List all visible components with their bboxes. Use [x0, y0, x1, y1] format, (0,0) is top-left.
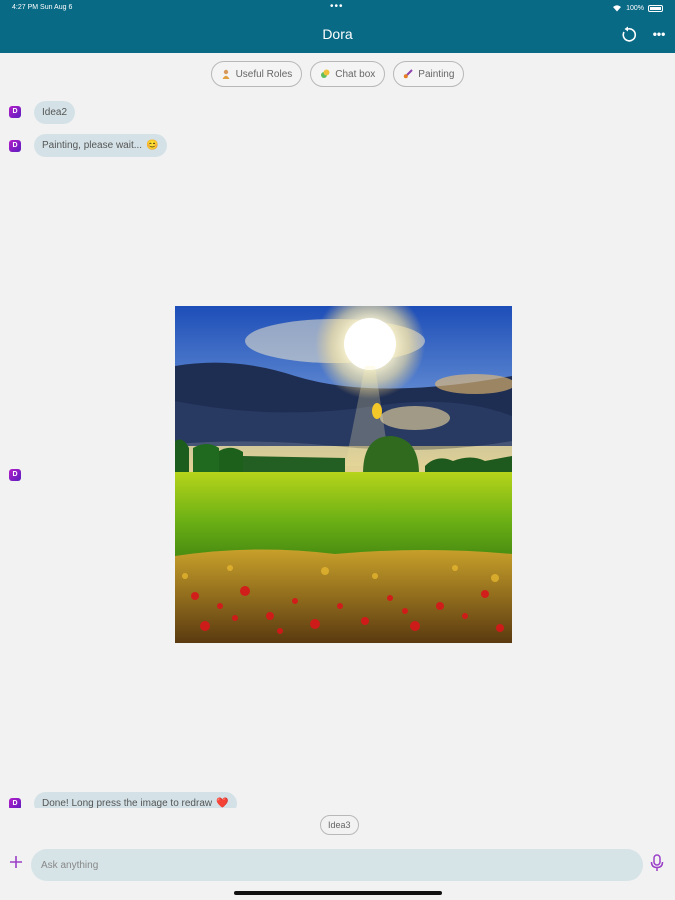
suggestion-chip[interactable]: Idea3 [320, 815, 359, 835]
page-title: Dora [322, 26, 353, 42]
chip-painting[interactable]: Painting [393, 61, 465, 87]
smile-emoji-icon: 😊 [146, 140, 159, 151]
avatar: D [9, 106, 21, 118]
message-bubble[interactable]: Idea2 [34, 101, 76, 124]
chip-label: Chat box [335, 68, 376, 80]
microphone-icon[interactable] [649, 854, 665, 872]
plus-icon[interactable] [9, 855, 23, 869]
more-icon[interactable]: ••• [651, 26, 667, 44]
chip-label: Useful Roles [235, 68, 293, 80]
chip-useful-roles[interactable]: Useful Roles [210, 61, 303, 87]
battery-icon [648, 4, 663, 12]
status-time: 4:27 PM Sun Aug 6 [12, 4, 73, 11]
refresh-icon[interactable] [619, 26, 637, 44]
message-text: Painting, please wait... [42, 140, 143, 151]
status-bar: 4:27 PM Sun Aug 6 ••• 100% [0, 0, 675, 16]
wifi-icon [613, 5, 622, 12]
generated-painting-image[interactable] [175, 306, 512, 643]
chip-label: Painting [418, 68, 455, 80]
battery-percent: 100% [626, 4, 644, 12]
message-text: Idea2 [42, 107, 68, 118]
multitask-dots-icon[interactable]: ••• [330, 1, 344, 12]
home-indicator[interactable] [234, 891, 442, 895]
status-indicators: 100% [612, 4, 663, 12]
ask-input[interactable] [31, 849, 643, 881]
message-bubble[interactable]: Painting, please wait... 😊 [34, 134, 167, 157]
person-icon [222, 69, 230, 79]
avatar: D [9, 469, 21, 481]
mode-chips: Useful Roles Chat box Painting [0, 61, 675, 87]
landscape-painting [175, 306, 512, 643]
app-header: 4:27 PM Sun Aug 6 ••• 100% Dora ••• [0, 0, 675, 53]
brush-icon [404, 69, 414, 79]
chat-icon [321, 69, 330, 78]
chip-chat-box[interactable]: Chat box [310, 61, 386, 87]
avatar: D [9, 140, 21, 152]
